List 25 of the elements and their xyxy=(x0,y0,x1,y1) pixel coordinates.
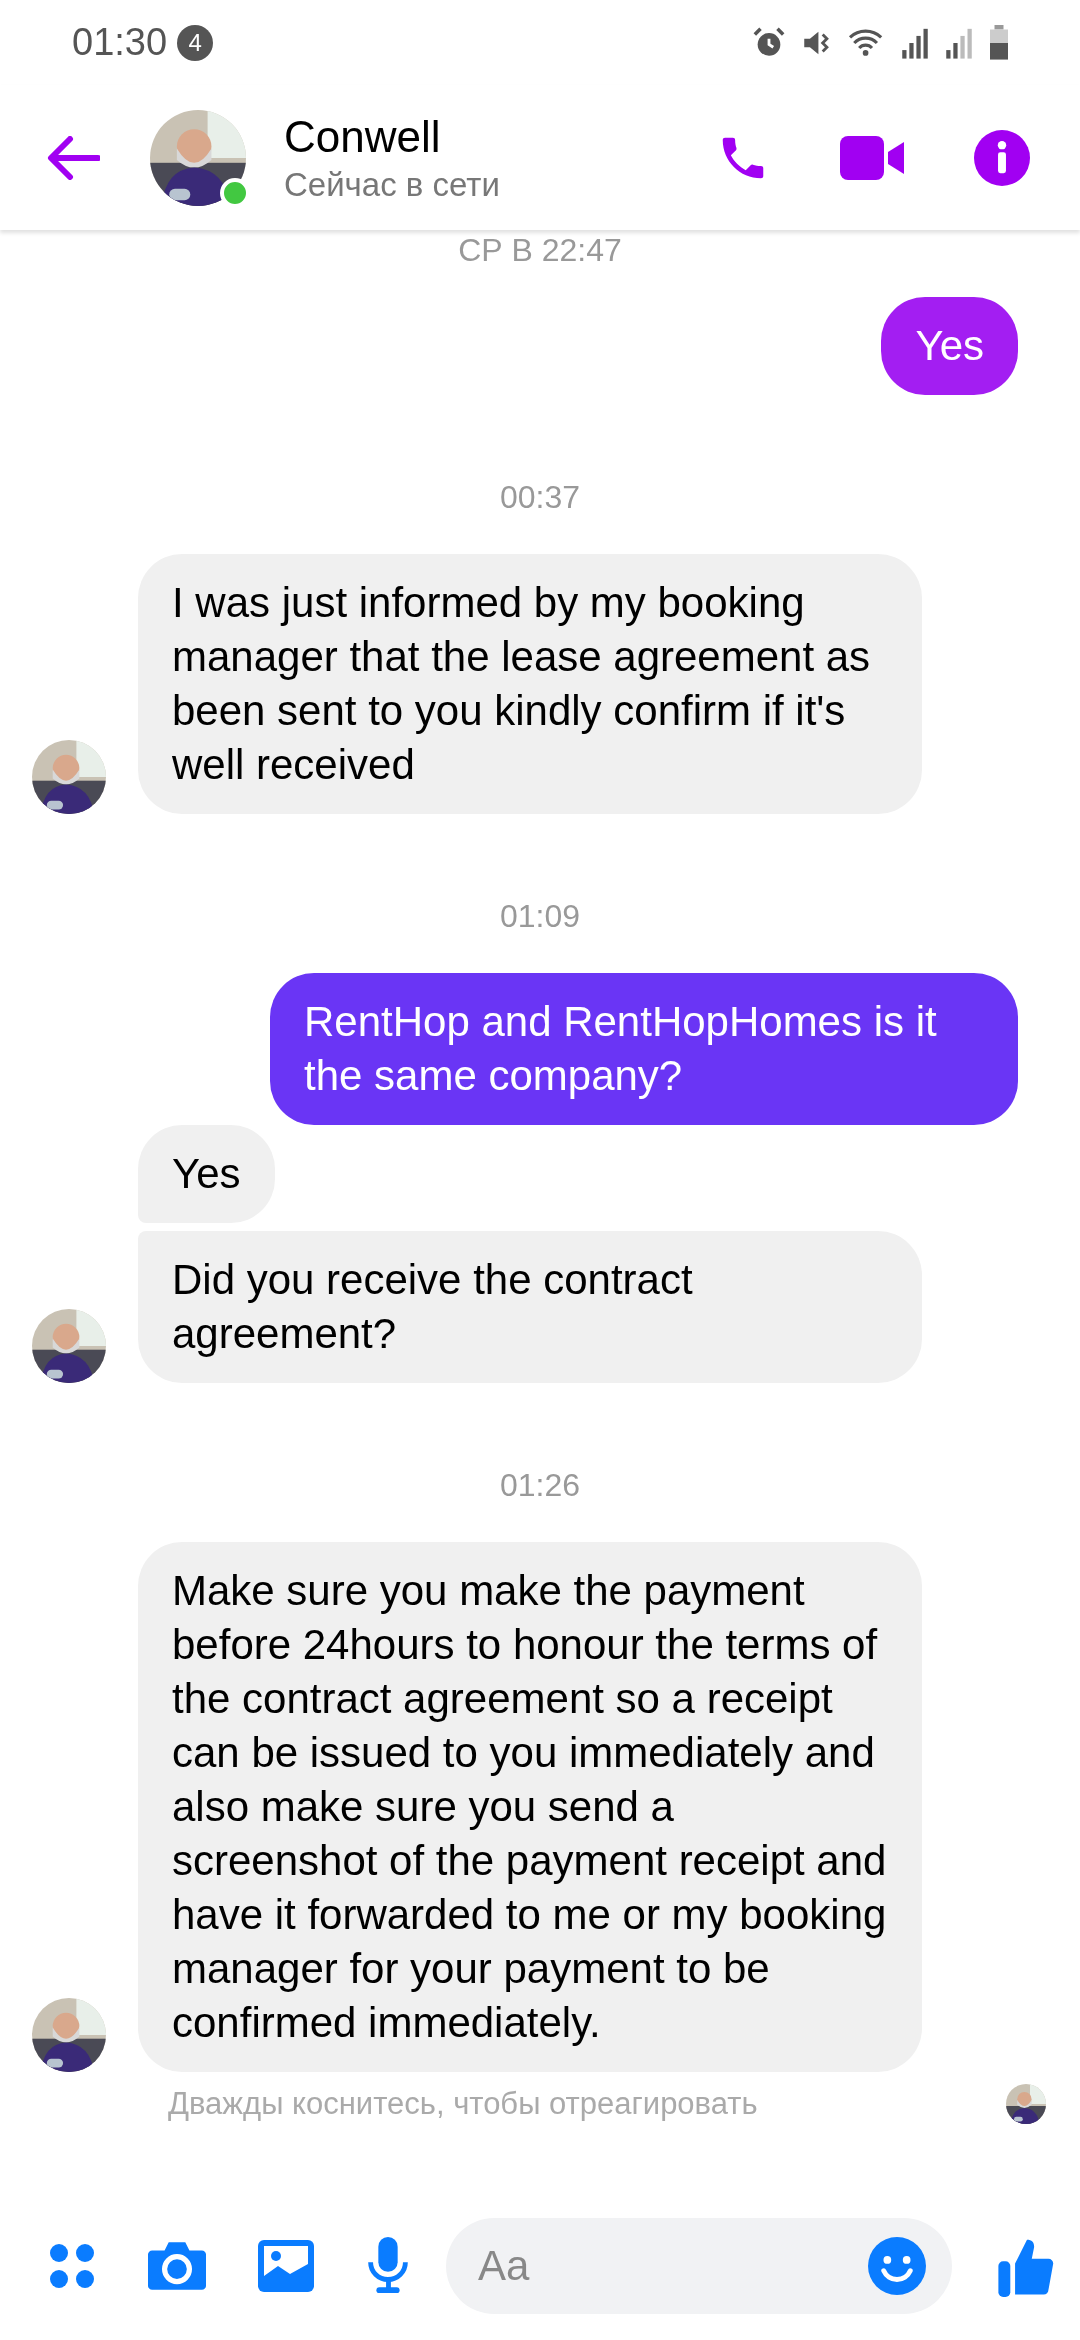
apps-icon[interactable] xyxy=(48,2242,96,2290)
sent-message: RentHop and RentHopHomes is it the same company? xyxy=(270,973,1018,1125)
presence-status: Сейчас в сети xyxy=(284,165,501,204)
received-message: Make sure you make the payment before 24hours to honour the terms of the contract agreement so a receipt can be issued to you immediately and also make sure you send a screenshot of the payment receipt and have it forwarded to me or my booking manager for your payment to be confirmed immediately. xyxy=(138,1542,922,2072)
timestamp: 01:09 xyxy=(499,898,581,935)
timestamp: 01:26 xyxy=(499,1467,581,1504)
clock-time: 01:30 xyxy=(72,21,168,64)
camera-icon[interactable] xyxy=(148,2240,206,2292)
contact-name: Conwell xyxy=(284,111,442,162)
notification-badge: 4 xyxy=(177,24,214,61)
received-message: Yes xyxy=(138,1125,275,1223)
sent-message: Yes xyxy=(881,297,1018,395)
timestamp: 00:37 xyxy=(499,479,581,516)
timestamp: СР В 22:47 xyxy=(458,232,622,269)
emoji-icon[interactable] xyxy=(868,2237,926,2295)
received-message: Did you receive the contract agreement? xyxy=(138,1231,922,1383)
info-icon[interactable] xyxy=(974,129,1030,186)
back-icon[interactable] xyxy=(46,135,100,180)
message-field[interactable]: Aa xyxy=(446,2218,952,2314)
microphone-icon[interactable] xyxy=(366,2237,410,2295)
reaction-hint: Дважды коснитесь, чтобы отреагировать xyxy=(168,2086,758,2122)
received-message: I was just informed by my booking manager that the lease agreement as been sent to you kindly confirm if it's well received xyxy=(138,554,922,814)
battery-icon xyxy=(988,24,1010,61)
image-icon[interactable] xyxy=(258,2240,314,2292)
video-camera-icon[interactable] xyxy=(840,135,904,180)
